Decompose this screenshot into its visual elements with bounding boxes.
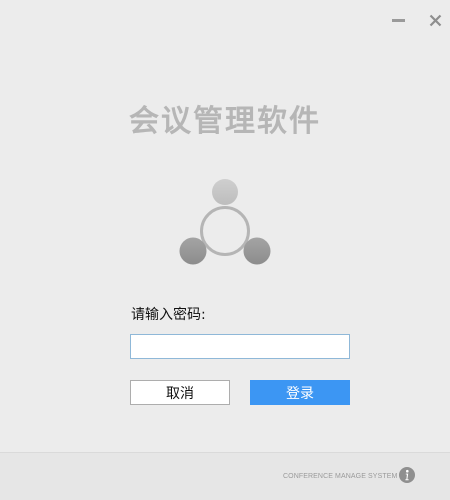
password-input[interactable] bbox=[130, 334, 350, 359]
footer-bar: CONFERENCE MANAGE SYSTEM bbox=[0, 452, 450, 500]
cancel-button[interactable]: 取消 bbox=[130, 380, 230, 405]
app-title: 会议管理软件 bbox=[129, 104, 321, 139]
minimize-button[interactable] bbox=[386, 8, 410, 32]
login-window: 会议管理软件 请输入密码: 取消 登录 CONFERENCE MANAGE SY… bbox=[0, 0, 450, 500]
password-label: 请输入密码: bbox=[131, 307, 206, 323]
close-icon bbox=[429, 14, 441, 26]
minimize-icon bbox=[391, 18, 405, 22]
footer-text: CONFERENCE MANAGE SYSTEM bbox=[283, 473, 398, 480]
login-button[interactable]: 登录 bbox=[250, 380, 350, 405]
three-circles-logo-icon bbox=[179, 179, 271, 265]
info-icon[interactable] bbox=[399, 467, 415, 483]
close-button[interactable] bbox=[423, 8, 447, 32]
